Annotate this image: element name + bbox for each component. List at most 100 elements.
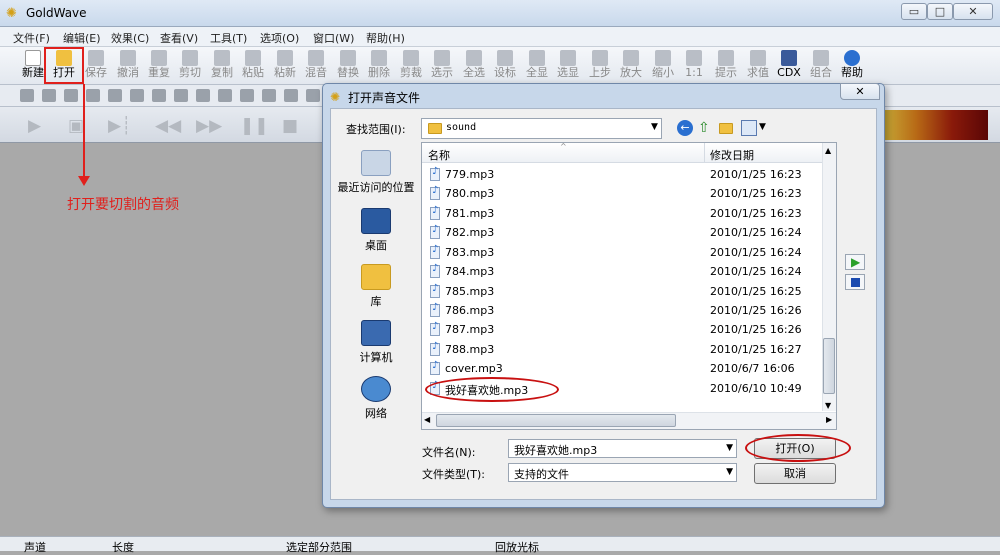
toolbar-paste-button[interactable]: 粘贴 [238,49,268,83]
effect-icon[interactable] [42,89,56,102]
menu-edit[interactable]: 编辑(E) [63,30,101,46]
place-libraries[interactable]: 库 [336,264,416,309]
vertical-scroll-thumb[interactable] [823,338,835,394]
toolbar-trim-button[interactable]: 剪裁 [396,49,426,83]
toolbar-undo-button[interactable]: 撤消 [113,49,143,83]
effect-icon[interactable] [20,89,34,102]
status-playback-cursor: 回放光标 [495,541,539,554]
toolbar-evaluate-button[interactable]: 求值 [743,49,773,83]
file-row[interactable]: 779.mp32010/1/25 16:23 [426,165,820,184]
toolbar-zoom-1to1-button[interactable]: 1:1 [679,49,709,83]
open-button-highlight [745,434,851,462]
preview-play-button[interactable]: ▶ [845,254,865,270]
toolbar-copy-button[interactable]: 复制 [207,49,237,83]
chevron-down-icon[interactable]: ▼ [759,122,766,132]
rewind-icon[interactable]: ◀◀ [155,116,181,136]
cdx-icon [781,50,797,66]
back-icon[interactable]: ← [677,120,693,136]
toolbar-redo-button[interactable]: 重复 [144,49,174,83]
effect-icon[interactable] [196,89,210,102]
file-row[interactable]: 786.mp32010/1/25 16:26 [426,301,820,320]
maximize-button[interactable]: □ [927,3,953,20]
place-network[interactable]: 网络 [336,376,416,421]
place-recent[interactable]: 最近访问的位置 [336,150,416,195]
chevron-down-icon[interactable]: ▼ [651,122,658,132]
column-separator[interactable] [704,143,705,163]
menu-file[interactable]: 文件(F) [13,30,50,46]
column-header-name[interactable]: 名称 [428,147,450,163]
effect-icon[interactable] [240,89,254,102]
toolbar-help-button[interactable]: 帮助 [837,49,867,83]
menu-effects[interactable]: 效果(C) [111,30,149,46]
toolbar-previous-button[interactable]: 上步 [585,49,615,83]
file-row[interactable]: 784.mp32010/1/25 16:24 [426,262,820,281]
scroll-right-icon[interactable]: ▶ [826,415,832,424]
file-row[interactable]: 783.mp32010/1/25 16:24 [426,243,820,262]
effect-icon[interactable] [152,89,166,102]
effect-icon[interactable] [130,89,144,102]
place-computer[interactable]: 计算机 [336,320,416,365]
scroll-down-icon[interactable]: ▼ [825,401,831,410]
toolbar-mix-button[interactable]: 混音 [301,49,331,83]
horizontal-scroll-thumb[interactable] [436,414,676,427]
toolbar-paste-new-button[interactable]: 粘新 [270,49,300,83]
menu-options[interactable]: 选项(O) [260,30,299,46]
cancel-button[interactable]: 取消 [754,463,836,484]
filename-input[interactable]: 我好喜欢她.mp3 ▼ [508,439,737,458]
effect-icon[interactable] [306,89,320,102]
effect-icon[interactable] [86,89,100,102]
effect-icon[interactable] [108,89,122,102]
view-menu-icon[interactable] [741,120,757,136]
toolbar-save-button[interactable]: 保存 [81,49,111,83]
pause-icon[interactable]: ❚❚ [240,116,269,136]
chevron-down-icon[interactable]: ▼ [726,443,733,453]
file-row[interactable]: 788.mp32010/1/25 16:27 [426,340,820,359]
file-row[interactable]: 785.mp32010/1/25 16:25 [426,282,820,301]
toolbar-show-selection-button[interactable]: 选显 [553,49,583,83]
file-row[interactable]: cover.mp32010/6/7 16:06 [426,359,820,378]
file-row[interactable]: 781.mp32010/1/25 16:23 [426,204,820,223]
effect-icon[interactable] [64,89,78,102]
toolbar-set-marker-button[interactable]: 设标 [490,49,520,83]
scroll-up-icon[interactable]: ▲ [825,146,831,155]
toolbar-select-view-button[interactable]: 选示 [427,49,457,83]
menu-help[interactable]: 帮助(H) [366,30,405,46]
place-desktop[interactable]: 桌面 [336,208,416,253]
toolbar-delete-button[interactable]: 删除 [364,49,394,83]
file-row[interactable]: 787.mp32010/1/25 16:26 [426,320,820,339]
chevron-down-icon[interactable]: ▼ [726,467,733,477]
toolbar-zoom-in-button[interactable]: 放大 [616,49,646,83]
fast-forward-icon[interactable]: ▶▶ [196,116,222,136]
dialog-close-button[interactable]: ✕ [840,83,880,100]
new-folder-icon[interactable] [719,123,733,134]
toolbar-combine-button[interactable]: 组合 [806,49,836,83]
minimize-button[interactable]: ▭ [901,3,927,20]
menu-view[interactable]: 查看(V) [160,30,198,46]
menu-tools[interactable]: 工具(T) [210,30,247,46]
toolbar-cdx-button[interactable]: CDX [774,49,804,83]
column-header-date[interactable]: 修改日期 [710,147,754,163]
marker-icon [497,50,513,66]
effect-icon[interactable] [284,89,298,102]
play-icon[interactable]: ▶ [28,116,41,136]
toolbar-select-all-button[interactable]: 全选 [459,49,489,83]
toolbar-cut-button[interactable]: 剪切 [175,49,205,83]
preview-stop-button[interactable] [845,274,865,290]
up-folder-icon[interactable]: ⇧ [698,120,714,136]
effect-icon[interactable] [262,89,276,102]
stop-icon[interactable]: ■ [282,116,298,136]
toolbar-replace-button[interactable]: 替换 [333,49,363,83]
play-from-icon[interactable]: ▶┊ [108,116,131,136]
close-button[interactable]: ✕ [953,3,993,20]
effect-icon[interactable] [218,89,232,102]
play-selection-icon[interactable]: ▣ [68,116,84,136]
toolbar-cue-button[interactable]: 提示 [711,49,741,83]
file-row[interactable]: 782.mp32010/1/25 16:24 [426,223,820,242]
file-row[interactable]: 780.mp32010/1/25 16:23 [426,184,820,203]
toolbar-zoom-out-button[interactable]: 缩小 [648,49,678,83]
menu-window[interactable]: 窗口(W) [313,30,354,46]
filetype-select[interactable]: 支持的文件 ▼ [508,463,737,482]
scroll-left-icon[interactable]: ◀ [424,415,430,424]
toolbar-show-all-button[interactable]: 全显 [522,49,552,83]
effect-icon[interactable] [174,89,188,102]
